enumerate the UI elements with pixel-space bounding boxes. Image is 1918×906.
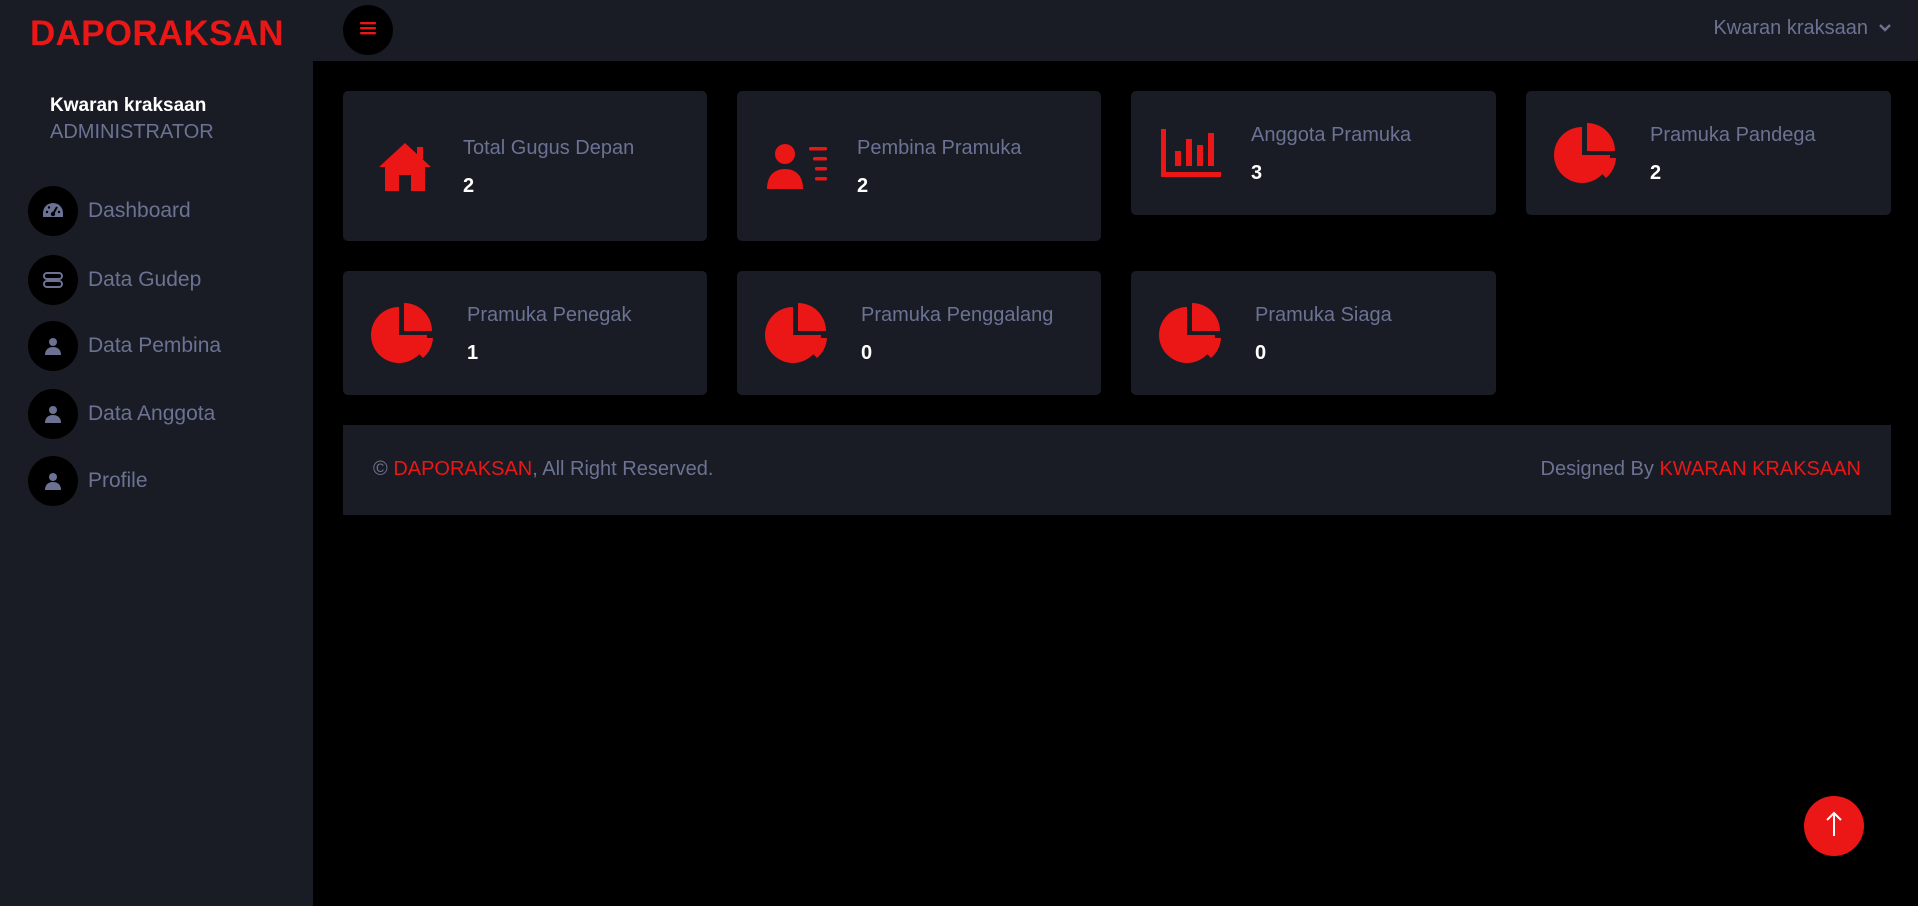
designed-by-text: Designed By: [1540, 458, 1654, 480]
bar-chart-icon: [1161, 129, 1221, 182]
user-icon: [28, 389, 78, 439]
stat-title: Pramuka Penegak: [467, 304, 632, 326]
stat-value: 2: [463, 175, 475, 197]
footer-brand-link[interactable]: DAPORAKSAN: [393, 458, 532, 480]
stat-card-total-gugus-depan: Total Gugus Depan 2: [343, 91, 707, 241]
stat-title: Anggota Pramuka: [1251, 124, 1412, 146]
stat-title: Pramuka Penggalang: [861, 304, 1054, 326]
stat-card-anggota-pramuka: Anggota Pramuka 3: [1131, 91, 1496, 215]
copyright-symbol: ©: [373, 458, 388, 480]
sidebar: DAPORAKSAN Kwaran kraksaan ADMINISTRATOR…: [0, 0, 313, 906]
stat-value: 0: [1255, 342, 1267, 364]
stat-title: Pramuka Siaga: [1255, 304, 1392, 326]
footer-rights-text: , All Right Reserved.: [532, 458, 714, 480]
database-icon: [28, 255, 78, 305]
user-role: ADMINISTRATOR: [50, 121, 214, 143]
user-icon: [28, 321, 78, 371]
stat-title: Pramuka Pandega: [1650, 124, 1816, 146]
stat-value: 1: [467, 342, 479, 364]
footer-copyright: © DAPORAKSAN, All Right Reserved.: [373, 458, 713, 481]
designer-link[interactable]: KWARAN KRAKSAAN: [1659, 458, 1861, 480]
account-dropdown[interactable]: Kwaran kraksaan: [1713, 17, 1892, 40]
sidebar-item-data-anggota[interactable]: Data Anggota: [28, 389, 215, 439]
user-icon: [28, 456, 78, 506]
brand-logo[interactable]: DAPORAKSAN: [30, 14, 284, 54]
chevron-down-icon: [1878, 20, 1892, 38]
sidebar-item-label: Dashboard: [88, 199, 191, 222]
sidebar-item-dashboard[interactable]: Dashboard: [28, 186, 191, 236]
sidebar-item-data-gudep[interactable]: Data Gudep: [28, 255, 201, 305]
sidebar-item-data-pembina[interactable]: Data Pembina: [28, 321, 221, 371]
arrow-up-icon: [1824, 811, 1844, 842]
stat-title: Total Gugus Depan: [463, 137, 635, 159]
user-name: Kwaran kraksaan: [50, 95, 207, 116]
stat-title: Pembina Pramuka: [857, 137, 1022, 159]
stat-value: 0: [861, 342, 873, 364]
stat-card-pembina-pramuka: Pembina Pramuka 2: [737, 91, 1101, 241]
footer: © DAPORAKSAN, All Right Reserved. Design…: [343, 425, 1891, 515]
pie-chart-icon: [1159, 303, 1223, 370]
topbar: [313, 0, 1918, 61]
pie-chart-icon: [1554, 123, 1618, 190]
home-icon: [377, 141, 433, 198]
sidebar-item-label: Data Pembina: [88, 334, 222, 357]
sidebar-item-profile[interactable]: Profile: [28, 456, 148, 506]
account-name: Kwaran kraksaan: [1713, 17, 1868, 39]
pie-chart-icon: [371, 303, 435, 370]
sidebar-item-label: Profile: [88, 469, 148, 492]
stat-card-pramuka-siaga: Pramuka Siaga 0: [1131, 271, 1496, 395]
back-to-top-button[interactable]: [1804, 796, 1864, 856]
stat-value: 3: [1251, 162, 1263, 184]
user-list-icon: [767, 143, 829, 196]
stat-value: 2: [857, 175, 869, 197]
footer-credit: Designed By KWARAN KRAKSAAN: [1541, 458, 1862, 481]
sidebar-item-label: Data Gudep: [88, 268, 202, 291]
pie-chart-icon: [765, 303, 829, 370]
speedometer-icon: [28, 186, 78, 236]
sidebar-toggle-button[interactable]: [343, 5, 393, 55]
stat-card-pramuka-penegak: Pramuka Penegak 1: [343, 271, 707, 395]
sidebar-item-label: Data Anggota: [88, 402, 216, 425]
stat-value: 2: [1650, 162, 1662, 184]
stat-card-pramuka-pandega: Pramuka Pandega 2: [1526, 91, 1891, 215]
bars-icon: [359, 20, 377, 41]
stat-card-pramuka-penggalang: Pramuka Penggalang 0: [737, 271, 1101, 395]
